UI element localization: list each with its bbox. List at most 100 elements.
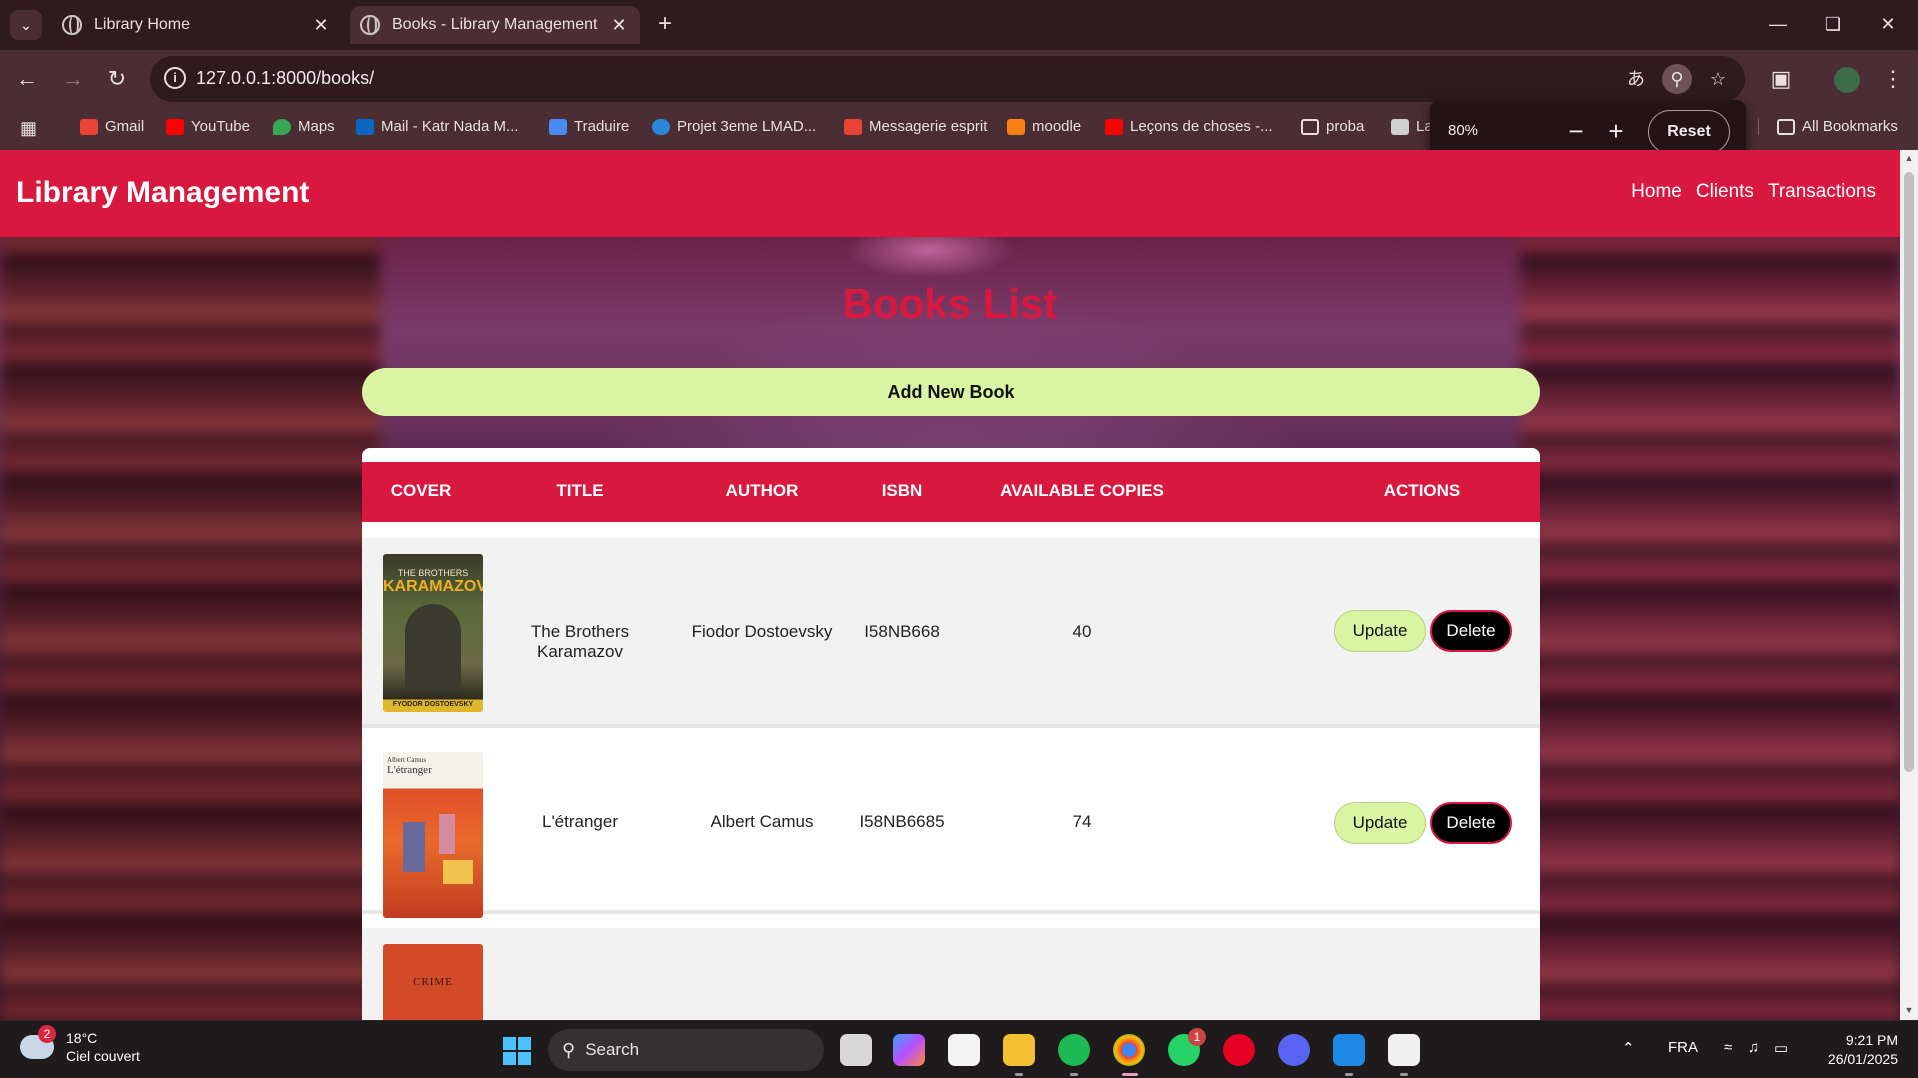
star-icon[interactable]: ☆	[1703, 64, 1733, 94]
bookmark-maps[interactable]: Maps	[273, 118, 335, 135]
all-bookmarks-label: All Bookmarks	[1802, 118, 1898, 135]
language-indicator[interactable]: FRA	[1668, 1039, 1698, 1056]
weather-badge: 2	[38, 1025, 56, 1043]
running-indicator	[1070, 1073, 1078, 1076]
close-icon[interactable]: ✕	[308, 15, 334, 36]
bookmark-la[interactable]: La	[1391, 118, 1433, 135]
bookmark-traduire[interactable]: Traduire	[549, 118, 629, 135]
apps-icon[interactable]: ▦	[20, 118, 37, 139]
translate-icon[interactable]: あ	[1621, 64, 1651, 94]
forward-button[interactable]: →	[56, 62, 90, 96]
start-button[interactable]	[503, 1037, 531, 1065]
column-header: AVAILABLE COPIES	[1000, 481, 1164, 500]
discord-icon[interactable]	[1278, 1034, 1310, 1066]
task-view-icon[interactable]	[840, 1034, 872, 1066]
spotify-icon[interactable]	[1058, 1034, 1090, 1066]
nav-home-link[interactable]: Home	[1631, 181, 1682, 203]
page-viewport: Library Management Home Clients Transact…	[0, 150, 1900, 1020]
tab-library-home[interactable]: Library Home ✕	[52, 6, 342, 44]
scroll-down-icon[interactable]: ▼	[1904, 1005, 1914, 1015]
zoom-out-button[interactable]: −	[1560, 116, 1592, 148]
delete-button[interactable]: Delete	[1430, 610, 1512, 652]
chrome-icon[interactable]	[1113, 1034, 1145, 1066]
bookmark-moodle[interactable]: moodle	[1007, 118, 1081, 135]
restore-button[interactable]: ❏	[1813, 10, 1853, 40]
copilot-icon[interactable]	[893, 1034, 925, 1066]
window-close-button[interactable]: ✕	[1868, 10, 1908, 40]
scrollbar-thumb[interactable]	[1904, 172, 1914, 772]
cover-text-main: CRIME	[413, 976, 453, 988]
site-brand[interactable]: Library Management	[16, 176, 309, 210]
background-shelf-left	[0, 220, 380, 1020]
file-explorer-icon[interactable]	[1003, 1034, 1035, 1066]
pinterest-icon[interactable]	[1223, 1034, 1255, 1066]
column-header: COVER	[390, 481, 452, 500]
chevron-up-icon[interactable]: ⌃	[1622, 1039, 1635, 1057]
nav-clients-link[interactable]: Clients	[1696, 181, 1754, 203]
menu-icon[interactable]: ⋮	[1876, 62, 1910, 96]
page-title: Books List	[842, 280, 1058, 327]
book-author: Fiodor Dostoevsky	[691, 622, 833, 641]
site-header: Library Management Home Clients Transact…	[0, 150, 1900, 237]
clock[interactable]: 9:21 PM 26/01/2025	[1828, 1031, 1898, 1069]
book-title: The Brothers Karamazov	[530, 622, 630, 661]
minimize-button[interactable]: —	[1758, 10, 1798, 40]
volume-icon[interactable]: ♫	[1748, 1039, 1759, 1056]
info-icon[interactable]: i	[164, 67, 186, 89]
scroll-up-icon[interactable]: ▲	[1904, 153, 1914, 163]
site-nav: Home Clients Transactions	[1631, 181, 1876, 203]
battery-icon[interactable]: ▭	[1774, 1039, 1788, 1057]
store-icon[interactable]	[948, 1034, 980, 1066]
bookmark-projet[interactable]: Projet 3eme LMAD...	[652, 118, 816, 135]
cover-text-top: Albert Camus	[387, 756, 427, 764]
snipping-tool-icon[interactable]	[1388, 1034, 1420, 1066]
bookmark-mail[interactable]: Mail - Katr Nada M...	[356, 118, 519, 135]
extensions-icon[interactable]: ▣	[1764, 62, 1798, 96]
weather-widget[interactable]: 2 18°C Ciel couvert	[20, 1025, 140, 1065]
outlook-icon	[356, 118, 374, 135]
update-button[interactable]: Update	[1334, 802, 1426, 844]
youtube-icon	[166, 118, 184, 135]
cloud-icon: 2	[20, 1025, 56, 1059]
all-bookmarks[interactable]: All Bookmarks	[1758, 118, 1898, 135]
url-text[interactable]: 127.0.0.1:8000/books/	[196, 68, 374, 89]
back-button[interactable]: ←	[10, 62, 44, 96]
delete-button[interactable]: Delete	[1430, 802, 1512, 844]
bookmark-gmail[interactable]: Gmail	[80, 118, 144, 135]
tab-title: Books - Library Management	[392, 16, 598, 33]
zoom-icon[interactable]: ⚲	[1662, 64, 1692, 94]
update-button[interactable]: Update	[1334, 610, 1426, 652]
taskbar-search[interactable]: ⚲ Search	[548, 1029, 824, 1071]
bookmark-label: Mail - Katr Nada M...	[381, 118, 519, 135]
table-row: THE BROTHERS KARAMAZOV FYODOR DOSTOEVSKY…	[362, 538, 1540, 728]
cover-text-top: THE BROTHERS	[397, 568, 469, 578]
book-cover: CRIME	[383, 944, 483, 1020]
cover-figure	[443, 860, 473, 884]
address-bar[interactable]: i 127.0.0.1:8000/books/ あ ⚲ ☆	[150, 56, 1745, 102]
tab-search-button[interactable]: ⌄	[10, 10, 42, 40]
bookmark-youtube[interactable]: YouTube	[166, 118, 250, 135]
whatsapp-icon[interactable]: 1	[1168, 1028, 1206, 1066]
nav-transactions-link[interactable]: Transactions	[1768, 181, 1876, 203]
maps-icon	[273, 118, 291, 135]
vscode-icon[interactable]	[1333, 1034, 1365, 1066]
wifi-icon[interactable]: ≈	[1724, 1039, 1732, 1056]
close-icon[interactable]: ✕	[606, 15, 632, 36]
add-book-button[interactable]: Add New Book	[362, 368, 1540, 416]
avatar[interactable]	[1830, 62, 1864, 96]
table-row: CRIME	[362, 928, 1540, 1020]
reload-button[interactable]: ↻	[100, 62, 134, 96]
zoom-reset-button[interactable]: Reset	[1648, 110, 1730, 154]
new-tab-button[interactable]: +	[650, 10, 680, 40]
whatsapp-badge: 1	[1188, 1028, 1206, 1046]
bookmark-messagerie[interactable]: Messagerie esprit	[844, 118, 987, 135]
tab-books[interactable]: Books - Library Management ✕	[350, 6, 640, 44]
zoom-in-button[interactable]: +	[1600, 116, 1632, 148]
gmail-icon	[844, 118, 862, 135]
gmail-icon	[80, 118, 98, 135]
bookmark-proba[interactable]: proba	[1301, 118, 1364, 135]
page-scrollbar[interactable]: ▲ ▼	[1900, 150, 1918, 1020]
cover-text-main: KARAMAZOV	[383, 578, 483, 595]
bookmark-lecons[interactable]: Leçons de choses -...	[1105, 118, 1273, 135]
book-title: L'étranger	[541, 812, 619, 831]
